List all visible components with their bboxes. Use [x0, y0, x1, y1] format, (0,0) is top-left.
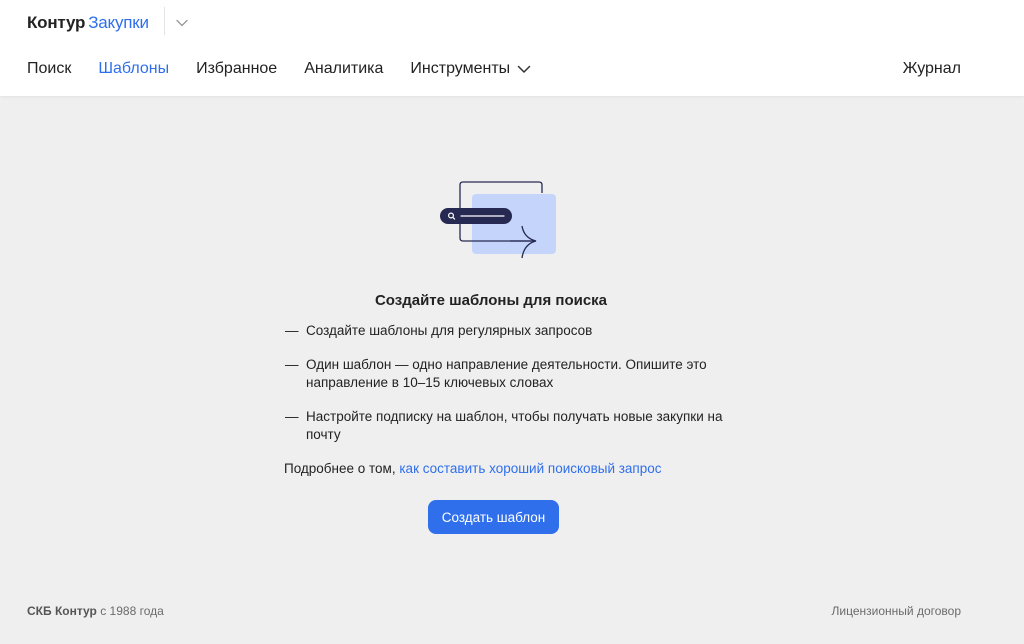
journal-link[interactable]: Журнал	[903, 56, 961, 82]
nav-item-favorites[interactable]: Избранное	[196, 60, 277, 78]
list-item: — Один шаблон — одно направление деятель…	[284, 356, 744, 392]
journal-label: Журнал	[902, 60, 961, 77]
logo-brand: Контур	[27, 13, 86, 32]
logo-product: Закупки	[88, 13, 149, 32]
license-agreement-link[interactable]: Лицензионный договор	[832, 604, 961, 618]
tip-text: Один шаблон — одно направление деятельно…	[306, 357, 707, 390]
search-query-guide-link[interactable]: как составить хороший поисковый запрос	[399, 461, 661, 476]
nav-item-tools[interactable]: Инструменты	[410, 60, 531, 78]
list-item: — Создайте шаблоны для регулярных запрос…	[284, 322, 744, 340]
nav-item-label: Шаблоны	[98, 60, 170, 77]
create-template-button[interactable]: Создать шаблон	[428, 500, 559, 534]
tips-list: — Создайте шаблоны для регулярных запрос…	[284, 322, 744, 444]
nav-item-search[interactable]: Поиск	[27, 60, 71, 78]
nav-item-label: Поиск	[27, 60, 72, 77]
chevron-down-icon	[176, 19, 188, 27]
empty-state: Создайте шаблоны для поиска — Создайте ш…	[284, 291, 744, 478]
footer-copyright: СКБ Контур с 1988 года	[27, 604, 164, 618]
list-marker: —	[285, 357, 299, 372]
main-nav: Поиск Шаблоны Избранное Аналитика Инстру…	[27, 56, 558, 82]
list-marker: —	[285, 409, 299, 424]
more-info: Подробнее о том, как составить хороший п…	[284, 460, 744, 478]
footer-since: с 1988 года	[100, 604, 164, 618]
nav-item-label: Аналитика	[304, 60, 384, 77]
nav-item-label: Инструменты	[410, 60, 511, 77]
logo[interactable]: Контур Закупки	[27, 11, 149, 35]
product-switcher-button[interactable]	[172, 13, 192, 33]
list-item: — Настройте подписку на шаблон, чтобы по…	[284, 408, 744, 444]
chevron-down-icon	[517, 65, 531, 74]
logo-divider	[164, 7, 165, 35]
empty-state-title: Создайте шаблоны для поиска	[374, 292, 608, 309]
top-header: Контур Закупки Поиск Шаблоны Избранное А…	[0, 0, 1024, 96]
more-info-prefix: Подробнее о том,	[284, 461, 396, 476]
tip-text: Создайте шаблоны для регулярных запросов	[306, 323, 593, 338]
nav-item-templates[interactable]: Шаблоны	[98, 60, 169, 78]
tip-text: Настройте подписку на шаблон, чтобы полу…	[306, 409, 723, 442]
list-marker: —	[285, 323, 299, 338]
nav-item-label: Избранное	[196, 60, 278, 77]
nav-item-analytics[interactable]: Аналитика	[304, 60, 383, 78]
footer-company: СКБ Контур	[27, 604, 97, 618]
search-template-illustration	[438, 178, 560, 262]
